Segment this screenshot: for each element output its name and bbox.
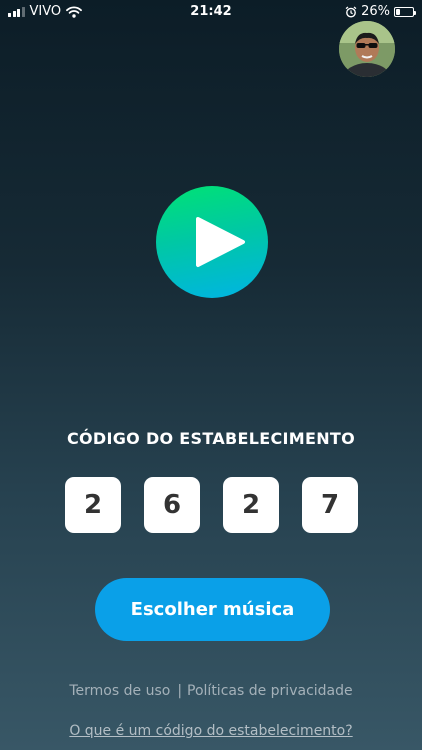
establishment-code-title: CÓDIGO DO ESTABELECIMENTO <box>66 429 356 448</box>
choose-music-button[interactable]: Escolher música <box>95 578 330 641</box>
code-digit-2[interactable]: 6 <box>144 477 200 533</box>
legal-links: Termos de uso | Políticas de privacidade <box>0 683 422 699</box>
status-right: 26% <box>345 4 416 19</box>
avatar-photo <box>339 21 395 77</box>
establishment-code-digits: 2 6 2 7 <box>65 477 358 533</box>
code-digit-4[interactable]: 7 <box>302 477 358 533</box>
privacy-link[interactable]: Políticas de privacidade <box>187 683 353 699</box>
status-bar: VIVO 21:42 26% <box>0 0 422 24</box>
terms-link[interactable]: Termos de uso <box>69 683 170 699</box>
code-digit-1[interactable]: 2 <box>65 477 121 533</box>
battery-percent: 26% <box>361 4 390 19</box>
user-avatar[interactable] <box>339 21 395 77</box>
what-is-code-link[interactable]: O que é um código do estabelecimento? <box>0 723 422 739</box>
battery-icon <box>394 6 416 17</box>
alarm-icon <box>345 5 357 17</box>
play-icon <box>196 217 245 267</box>
play-button[interactable] <box>156 186 268 298</box>
code-digit-3[interactable]: 2 <box>223 477 279 533</box>
legal-separator: | <box>177 683 183 699</box>
